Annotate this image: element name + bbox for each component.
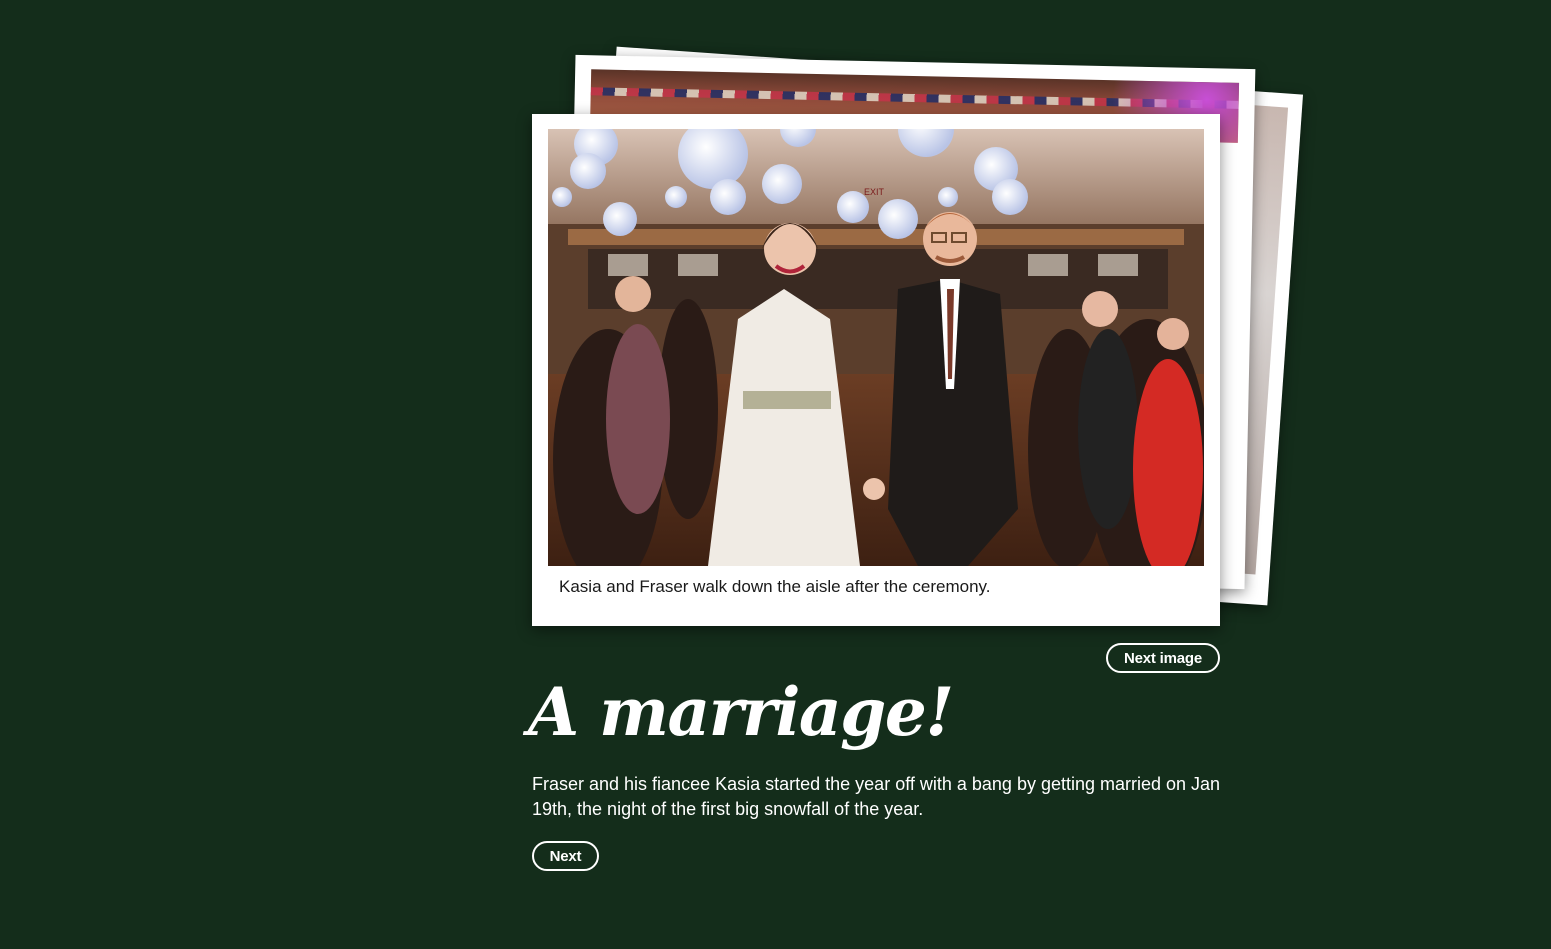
- page-title: A marriage!: [528, 673, 954, 751]
- wedding-photo-illustration: EXIT: [548, 129, 1204, 566]
- next-image-button[interactable]: Next image: [1106, 643, 1220, 673]
- wedding-photo: EXIT: [548, 129, 1204, 566]
- next-button[interactable]: Next: [532, 841, 599, 871]
- story-body: Fraser and his fiancee Kasia started the…: [532, 774, 1221, 819]
- svg-text:EXIT: EXIT: [864, 187, 885, 197]
- photo-card-front: EXIT Kasia and Fraser walk down the aisl…: [532, 114, 1220, 626]
- photo-caption: Kasia and Fraser walk down the aisle aft…: [559, 577, 991, 596]
- page: EXIT Kasia and Fraser walk down the aisl…: [0, 0, 1551, 949]
